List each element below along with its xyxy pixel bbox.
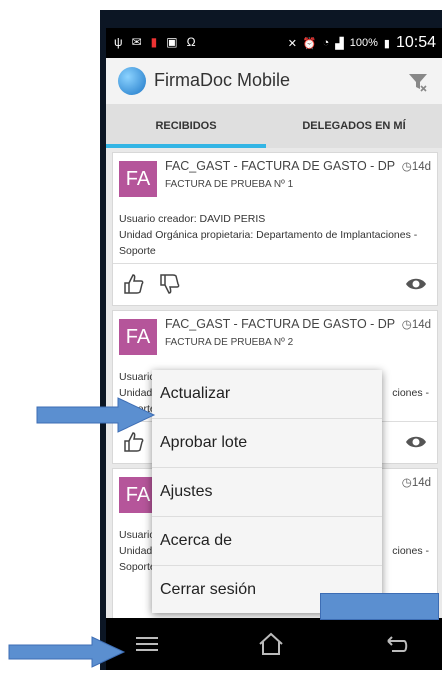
- alarm-icon: ⏰: [302, 37, 317, 50]
- image-icon: ▣: [166, 35, 178, 49]
- tab-indicator: [106, 144, 266, 148]
- clock-icon: ◷: [401, 477, 412, 489]
- card-org-cont: Soporte: [119, 245, 156, 257]
- document-card[interactable]: FA FAC_GAST - FACTURA DE GASTO - DP FACT…: [112, 152, 438, 306]
- arrow-annotation: [8, 636, 126, 668]
- card-age: ◷14d: [402, 475, 431, 489]
- card-age: ◷14d: [402, 317, 431, 331]
- avatar: FA: [119, 161, 157, 197]
- eye-icon[interactable]: [405, 273, 427, 295]
- card-org-right: ciones -: [392, 545, 429, 557]
- card-age-value: 14d: [411, 161, 431, 173]
- app-title: FirmaDoc Mobile: [154, 70, 291, 90]
- thumbs-down-icon[interactable]: [159, 273, 181, 295]
- divider: [113, 263, 437, 264]
- system-icons: ✕ ⏰ ◔ ▟ 100% ▮ 10:54: [288, 34, 436, 52]
- menu-item-aprobar-lote[interactable]: Aprobar lote: [152, 419, 382, 468]
- card-age-value: 14d: [411, 477, 431, 489]
- arrow-annotation: [36, 397, 156, 433]
- card-creator: Usuario creador: DAVID PERIS: [119, 213, 266, 225]
- clock-icon: ◷: [401, 161, 412, 173]
- menu-item-ajustes[interactable]: Ajustes: [152, 468, 382, 517]
- card-age: ◷14d: [402, 159, 431, 173]
- eye-icon[interactable]: [405, 431, 427, 453]
- card-age-value: 14d: [411, 319, 431, 331]
- tab-bar: RECIBIDOS DELEGADOS EN MÍ: [106, 104, 442, 148]
- menu-item-actualizar[interactable]: Actualizar: [152, 370, 382, 419]
- thumbs-up-icon[interactable]: [123, 431, 145, 453]
- avatar: FA: [119, 319, 157, 355]
- status-bar: ψ ✉ ▮ ▣ Ω ✕ ⏰ ◔ ▟ 100% ▮ 10:54: [106, 28, 442, 58]
- battery-icon: ▮: [383, 37, 390, 50]
- mute-icon: ✕: [287, 37, 297, 50]
- battery-percent: 100%: [349, 37, 378, 49]
- mail-icon: ✉: [131, 35, 142, 49]
- thumbs-up-icon[interactable]: [123, 273, 145, 295]
- card-org-left: Unidad: [119, 545, 153, 557]
- card-title: FAC_GAST - FACTURA DE GASTO - DP: [165, 317, 396, 331]
- clock-icon: ◷: [401, 319, 412, 331]
- filter-clear-icon[interactable]: [408, 72, 428, 92]
- clock: 10:54: [395, 34, 436, 51]
- calendar-icon: ▮: [150, 35, 158, 49]
- wifi-icon: ◔: [322, 37, 330, 49]
- card-subtitle: FACTURA DE PRUEBA Nº 2: [165, 337, 294, 348]
- navigation-bar: [106, 618, 442, 670]
- back-icon[interactable]: [384, 634, 408, 654]
- overflow-menu: Actualizar Aprobar lote Ajustes Acerca d…: [152, 370, 382, 613]
- card-org: Unidad Orgánica propietaria: Departament…: [119, 229, 418, 241]
- card-title: FAC_GAST - FACTURA DE GASTO - DP: [165, 159, 396, 173]
- signal-icon: ▟: [335, 37, 344, 50]
- card-details: Usuario creador: DAVID PERIS Unidad Orgá…: [119, 211, 429, 259]
- menu-item-acerca-de[interactable]: Acerca de: [152, 517, 382, 566]
- notification-icons: ψ ✉ ▮ ▣ Ω: [114, 35, 196, 49]
- highlight-bar: [320, 593, 439, 620]
- card-org-right: ciones -: [392, 387, 429, 399]
- app-logo-icon: [118, 67, 146, 95]
- usb-icon: ψ: [114, 35, 123, 49]
- action-bar: FirmaDoc Mobile: [106, 58, 442, 104]
- tab-delegados[interactable]: DELEGADOS EN MÍ: [266, 104, 442, 148]
- home-icon[interactable]: [258, 632, 284, 656]
- card-subtitle: FACTURA DE PRUEBA Nº 1: [165, 179, 294, 190]
- headphones-icon: Ω: [186, 35, 196, 49]
- tab-recibidos[interactable]: RECIBIDOS: [106, 104, 266, 148]
- menu-icon[interactable]: [136, 636, 158, 652]
